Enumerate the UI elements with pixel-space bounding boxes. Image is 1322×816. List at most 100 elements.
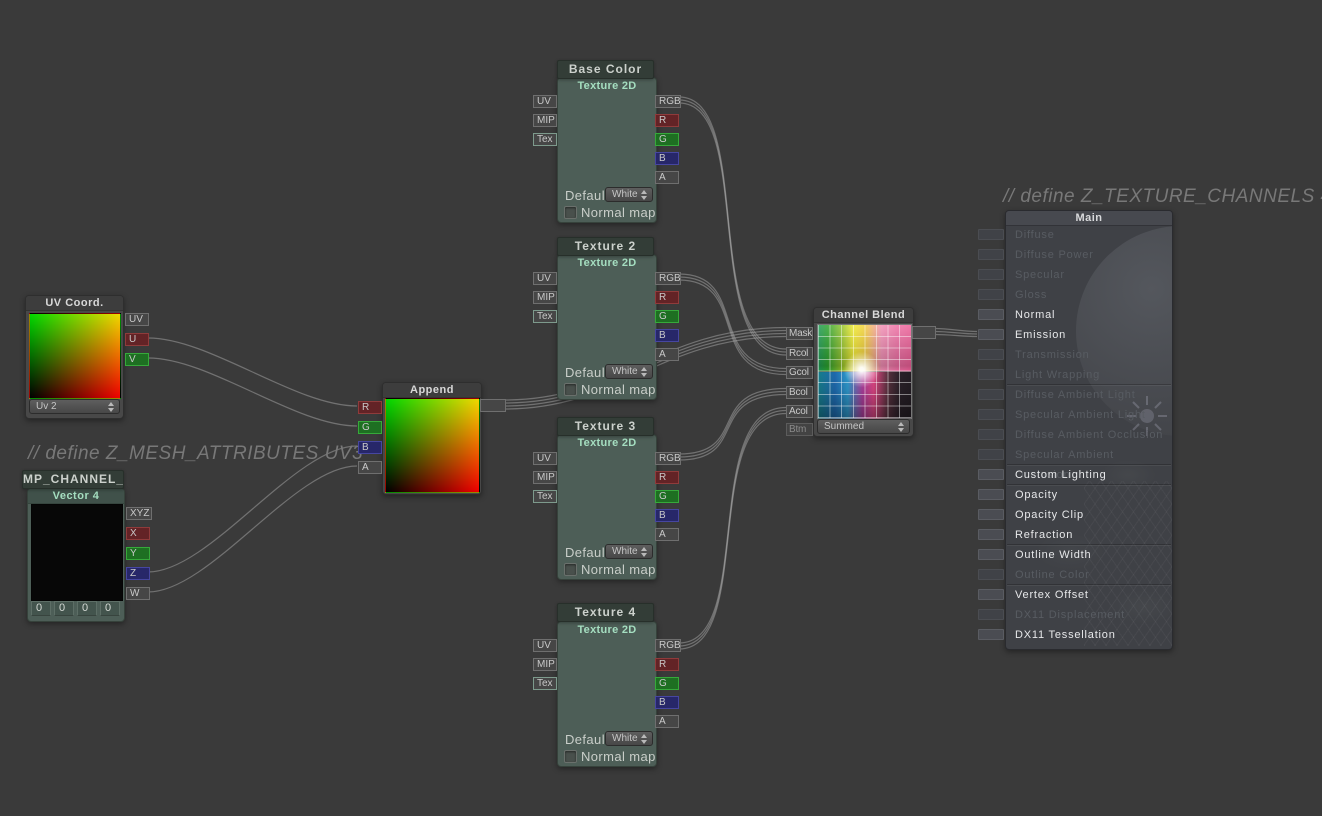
node-uv-coord[interactable]: UV Coord. Uv 2 UV U V (25, 295, 124, 419)
node-texture-2[interactable]: Texture 2D UV MIP Tex RGB R G B A Defaul… (557, 254, 657, 400)
port-uvcoord-out-v[interactable]: V (125, 353, 149, 366)
port-main-dx11-displacement[interactable] (978, 609, 1004, 620)
node-texture-base-color[interactable]: Texture 2D UV MIP Tex RGB R G B A Defaul… (557, 77, 657, 223)
comment-texture-channels[interactable]: // define Z_TEXTURE_CHANNELS 4 (1003, 186, 1322, 208)
node-main[interactable]: Main Diffuse Diffuse Power Specular Glos… (1005, 210, 1173, 650)
main-input-diffuse[interactable]: Diffuse (1006, 225, 1172, 245)
port-texture1-in-tex[interactable]: Tex (533, 133, 557, 146)
port-main-refraction[interactable] (978, 529, 1004, 540)
port-main-emission[interactable] (978, 329, 1004, 340)
main-input-dx11-tessellation[interactable]: DX11 Tessellation (1006, 625, 1172, 645)
port-main-specular[interactable] (978, 269, 1004, 280)
main-input-opacity[interactable]: Opacity (1006, 485, 1172, 505)
main-input-outline-width[interactable]: Outline Width (1006, 545, 1172, 565)
main-input-diffuse-ambient-occlusion[interactable]: Diffuse Ambient Occlusion (1006, 425, 1172, 445)
vector4-z-field[interactable]: 0 (77, 601, 97, 616)
texture4-node-label[interactable]: Texture 4 (557, 603, 654, 622)
port-texture2-out-g[interactable]: G (655, 310, 679, 323)
port-cb-out[interactable] (912, 326, 936, 339)
port-append-in-a[interactable]: A (358, 461, 382, 474)
vector4-node-label[interactable]: MP_CHANNEL_U (22, 470, 124, 489)
texture3-default-dropdown[interactable]: White (605, 544, 653, 559)
port-texture1-out-rgb[interactable]: RGB (655, 95, 681, 108)
uv-channel-dropdown[interactable]: Uv 2 (29, 399, 120, 414)
port-cb-in-gcol[interactable]: Gcol (786, 366, 813, 379)
port-texture2-in-uv[interactable]: UV (533, 272, 557, 285)
port-uvcoord-out-u[interactable]: U (125, 333, 149, 346)
port-main-custom-lighting[interactable] (978, 469, 1004, 480)
main-input-normal[interactable]: Normal (1006, 305, 1172, 325)
main-input-gloss[interactable]: Gloss (1006, 285, 1172, 305)
port-texture2-out-rgb[interactable]: RGB (655, 272, 681, 285)
port-texture1-out-g[interactable]: G (655, 133, 679, 146)
main-input-emission[interactable]: Emission (1006, 325, 1172, 345)
node-editor-canvas[interactable]: // define Z_MESH_ATTRIBUTES UV3 // defin… (0, 0, 1322, 816)
port-texture4-in-tex[interactable]: Tex (533, 677, 557, 690)
main-input-refraction[interactable]: Refraction (1006, 525, 1172, 545)
port-cb-in-acol[interactable]: Acol (786, 405, 813, 418)
port-append-in-g[interactable]: G (358, 421, 382, 434)
main-input-specular-ambient-occlusion[interactable]: Specular Ambient Occlusion (1006, 445, 1172, 465)
port-append-in-b[interactable]: B (358, 441, 382, 454)
vector4-w-field[interactable]: 0 (100, 601, 120, 616)
port-uvcoord-out-uv[interactable]: UV (125, 313, 149, 326)
port-texture3-out-g[interactable]: G (655, 490, 679, 503)
port-texture2-in-tex[interactable]: Tex (533, 310, 557, 323)
texture1-normal-map-checkbox[interactable] (564, 206, 577, 219)
texture3-node-label[interactable]: Texture 3 (557, 417, 654, 436)
port-cb-in-btm[interactable]: Btm (786, 423, 813, 436)
port-cb-in-rcol[interactable]: Rcol (786, 347, 813, 360)
node-channel-blend[interactable]: Channel Blend Summed Mask Rcol Gcol Bcol… (813, 307, 914, 437)
port-main-outline-color[interactable] (978, 569, 1004, 580)
texture4-normal-map-checkbox[interactable] (564, 750, 577, 763)
port-texture1-out-r[interactable]: R (655, 114, 679, 127)
node-append[interactable]: Append R G B A (382, 382, 482, 495)
port-vector4-out-z[interactable]: Z (126, 567, 150, 580)
port-texture2-out-b[interactable]: B (655, 329, 679, 342)
port-texture1-out-b[interactable]: B (655, 152, 679, 165)
port-vector4-out-w[interactable]: W (126, 587, 150, 600)
port-texture3-out-a[interactable]: A (655, 528, 679, 541)
vector4-x-field[interactable]: 0 (31, 601, 51, 616)
port-texture1-in-uv[interactable]: UV (533, 95, 557, 108)
main-input-vertex-offset[interactable]: Vertex Offset (1006, 585, 1172, 605)
port-vector4-out-xyz[interactable]: XYZ (126, 507, 152, 520)
main-input-transmission[interactable]: Transmission (1006, 345, 1172, 365)
port-main-transmission[interactable] (978, 349, 1004, 360)
main-input-specular-ambient-light[interactable]: Specular Ambient Light (1006, 405, 1172, 425)
port-main-normal[interactable] (978, 309, 1004, 320)
port-texture2-out-r[interactable]: R (655, 291, 679, 304)
node-vector4[interactable]: Vector 4 0 0 0 0 XYZ X Y Z W (27, 488, 125, 622)
texture1-default-dropdown[interactable]: White (605, 187, 653, 202)
port-main-vertex-offset[interactable] (978, 589, 1004, 600)
comment-mesh-attributes[interactable]: // define Z_MESH_ATTRIBUTES UV3 (28, 443, 363, 465)
port-texture4-out-r[interactable]: R (655, 658, 679, 671)
port-main-diffuse[interactable] (978, 229, 1004, 240)
main-input-light-wrapping[interactable]: Light Wrapping (1006, 365, 1172, 385)
texture2-node-label[interactable]: Texture 2 (557, 237, 654, 256)
port-texture3-in-mip[interactable]: MIP (533, 471, 557, 484)
main-input-diffuse-power[interactable]: Diffuse Power (1006, 245, 1172, 265)
port-texture4-in-uv[interactable]: UV (533, 639, 557, 652)
node-texture-3[interactable]: Texture 2D UV MIP Tex RGB R G B A Defaul… (557, 434, 657, 580)
port-main-diffuse-power[interactable] (978, 249, 1004, 260)
texture2-normal-map-checkbox[interactable] (564, 383, 577, 396)
port-main-specular-ambient-light[interactable] (978, 409, 1004, 420)
port-texture3-out-rgb[interactable]: RGB (655, 452, 681, 465)
main-input-outline-color[interactable]: Outline Color (1006, 565, 1172, 585)
main-input-opacity-clip[interactable]: Opacity Clip (1006, 505, 1172, 525)
port-main-outline-width[interactable] (978, 549, 1004, 560)
port-texture3-in-uv[interactable]: UV (533, 452, 557, 465)
main-input-dx11-displacement[interactable]: DX11 Displacement (1006, 605, 1172, 625)
port-main-diffuse-ambient-occlusion[interactable] (978, 429, 1004, 440)
main-input-specular[interactable]: Specular (1006, 265, 1172, 285)
vector4-y-field[interactable]: 0 (54, 601, 74, 616)
port-texture2-out-a[interactable]: A (655, 348, 679, 361)
port-main-opacity[interactable] (978, 489, 1004, 500)
main-input-diffuse-ambient-light[interactable]: Diffuse Ambient Light (1006, 385, 1172, 405)
port-main-diffuse-ambient-light[interactable] (978, 389, 1004, 400)
port-texture4-out-rgb[interactable]: RGB (655, 639, 681, 652)
texture3-normal-map-checkbox[interactable] (564, 563, 577, 576)
port-vector4-out-y[interactable]: Y (126, 547, 150, 560)
main-input-custom-lighting[interactable]: Custom Lighting (1006, 465, 1172, 485)
